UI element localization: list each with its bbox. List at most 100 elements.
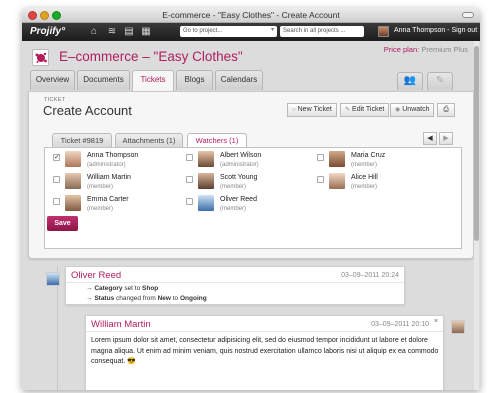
watcher-name: Anna Thompson: [87, 152, 139, 159]
browser-window: E-commerce - "Easy Clothes" - Create Acc…: [22, 8, 480, 390]
previous-arrow-icon[interactable]: ◀: [423, 132, 437, 145]
watcher-checkbox[interactable]: [186, 176, 193, 183]
watcher-name: Albert Wilson: [220, 152, 262, 159]
global-search-input[interactable]: Search in all projects ...: [280, 26, 364, 37]
watcher-name: Scott Young: [220, 174, 258, 181]
app-logo[interactable]: Projify°: [30, 26, 65, 37]
watcher-name: Alice Hill: [351, 174, 378, 181]
entry-date: 03–09–2011 20:24: [341, 272, 399, 279]
watcher-name: William Martin: [87, 174, 131, 181]
watcher-item[interactable]: Alice Hill (member): [317, 173, 447, 195]
watcher-checkbox[interactable]: [186, 154, 193, 161]
avatar: [65, 173, 81, 189]
watcher-role: (member): [220, 184, 247, 190]
watcher-role: (member): [220, 206, 247, 212]
watcher-item[interactable]: ✓ Anna Thompson (administrator): [53, 151, 183, 173]
title-bar: E-commerce - "Easy Clothes" - Create Acc…: [22, 8, 480, 23]
change-from: New: [157, 295, 171, 302]
divider: [86, 331, 443, 332]
change-verb: set to: [124, 285, 141, 292]
watcher-checkbox[interactable]: ✓: [53, 154, 60, 161]
subtab-watchers[interactable]: Watchers (1): [187, 133, 247, 148]
subtab-ticket[interactable]: Ticket #9819: [52, 133, 112, 147]
watcher-role: (administrator): [87, 162, 126, 168]
watcher-name: Oliver Reed: [220, 196, 257, 203]
watcher-name: Emma Carter: [87, 196, 129, 203]
avatar: [329, 173, 345, 189]
avatar: [198, 195, 214, 211]
pencil-icon[interactable]: ✎: [427, 72, 453, 90]
comment-body: Lorem ipsum dolor sit amet, consectetur …: [91, 337, 439, 365]
watcher-checkbox[interactable]: [186, 198, 193, 205]
tab-documents[interactable]: Documents: [77, 70, 130, 90]
watcher-role: (member): [351, 184, 378, 190]
edit-icon: ✎: [345, 107, 351, 113]
new-ticket-button[interactable]: ○ New Ticket: [287, 103, 337, 117]
watcher-role: (member): [87, 206, 114, 212]
watcher-role: (member): [87, 184, 114, 190]
save-button[interactable]: Save: [47, 216, 78, 231]
price-plan: Price plan: Premium Plus: [384, 45, 468, 54]
timeline-entry: William Martin 03–09–2011 20:10 × Lorem …: [85, 315, 444, 390]
entry-date: 03–09–2011 20:10: [371, 321, 429, 328]
watcher-checkbox[interactable]: [317, 154, 324, 161]
plus-icon: ○: [292, 107, 296, 113]
current-user-avatar: [378, 26, 389, 37]
eye-icon: ◉: [395, 107, 401, 113]
user-signout-link[interactable]: Anna Thompson - Sign out: [394, 27, 477, 34]
avatar: [451, 320, 465, 334]
avatar: [198, 173, 214, 189]
project-switcher-placeholder: Go to project...: [183, 28, 223, 34]
ticket-panel: TICKET Create Account ○ New Ticket ✎ Edit …: [28, 91, 474, 259]
global-search-placeholder: Search in all projects ...: [283, 28, 346, 34]
watcher-item[interactable]: Albert Wilson (administrator): [186, 151, 316, 173]
scrollbar-thumb[interactable]: [474, 46, 479, 241]
change-to-word: to: [172, 295, 179, 302]
watcher-name: Maria Cruz: [351, 152, 386, 159]
scrollbar[interactable]: [474, 41, 479, 390]
watcher-item[interactable]: Emma Carter (member): [53, 195, 183, 217]
new-ticket-label: New Ticket: [297, 106, 332, 113]
entry-author[interactable]: William Martin: [91, 319, 151, 330]
calendar-icon[interactable]: ▦: [140, 26, 152, 37]
broadcast-icon[interactable]: ≋: [106, 26, 118, 37]
home-icon[interactable]: ⌂: [88, 26, 100, 37]
watcher-item[interactable]: Scott Young (member): [186, 173, 316, 195]
price-plan-value: Premium Plus: [421, 45, 468, 54]
watchers-list: ✓ Anna Thompson (administrator) Albert W…: [44, 147, 462, 249]
entry-author[interactable]: Oliver Reed: [71, 270, 121, 281]
project-switcher-input[interactable]: Go to project... ▾: [180, 26, 277, 37]
close-icon[interactable]: ×: [434, 318, 438, 325]
watcher-checkbox[interactable]: [53, 176, 60, 183]
price-plan-label: Price plan:: [383, 45, 420, 54]
tab-overview[interactable]: Overview: [30, 70, 75, 90]
avatar: [198, 151, 214, 167]
unwatch-button[interactable]: ◉ Unwatch: [390, 103, 435, 117]
toolbar-toggle-button[interactable]: [462, 12, 474, 18]
avatar: [46, 272, 60, 286]
watcher-item[interactable]: William Martin (member): [53, 173, 183, 195]
project-header: E–commerce – "Easy Clothes" Price plan: …: [22, 41, 480, 94]
change-verb: changed from: [116, 295, 156, 302]
watcher-checkbox[interactable]: [53, 198, 60, 205]
next-arrow-icon[interactable]: ▶: [439, 132, 453, 145]
change-to: Ongoing: [179, 295, 207, 302]
watcher-checkbox[interactable]: [317, 176, 324, 183]
window-title: E-commerce - "Easy Clothes" - Create Acc…: [162, 10, 340, 20]
change-category: → Category set to Shop: [86, 285, 158, 292]
tab-blogs[interactable]: Blogs: [176, 70, 213, 90]
watcher-item[interactable]: Oliver Reed (member): [186, 195, 316, 217]
divider: [66, 282, 404, 283]
tab-calendars[interactable]: Calendars: [215, 70, 263, 90]
ticket-title: Create Account: [43, 103, 132, 118]
avatar: [65, 195, 81, 211]
tab-tickets[interactable]: Tickets: [132, 70, 174, 91]
subtab-attachments[interactable]: Attachments (1): [115, 133, 183, 147]
print-button[interactable]: ⎙: [437, 103, 455, 117]
unwatch-label: Unwatch: [402, 106, 430, 113]
people-icon[interactable]: 👥: [397, 72, 423, 90]
document-icon[interactable]: ▤: [123, 26, 135, 37]
watcher-item[interactable]: Maria Cruz (member): [317, 151, 447, 173]
edit-ticket-button[interactable]: ✎ Edit Ticket: [340, 103, 390, 117]
watcher-role: (administrator): [220, 162, 259, 168]
